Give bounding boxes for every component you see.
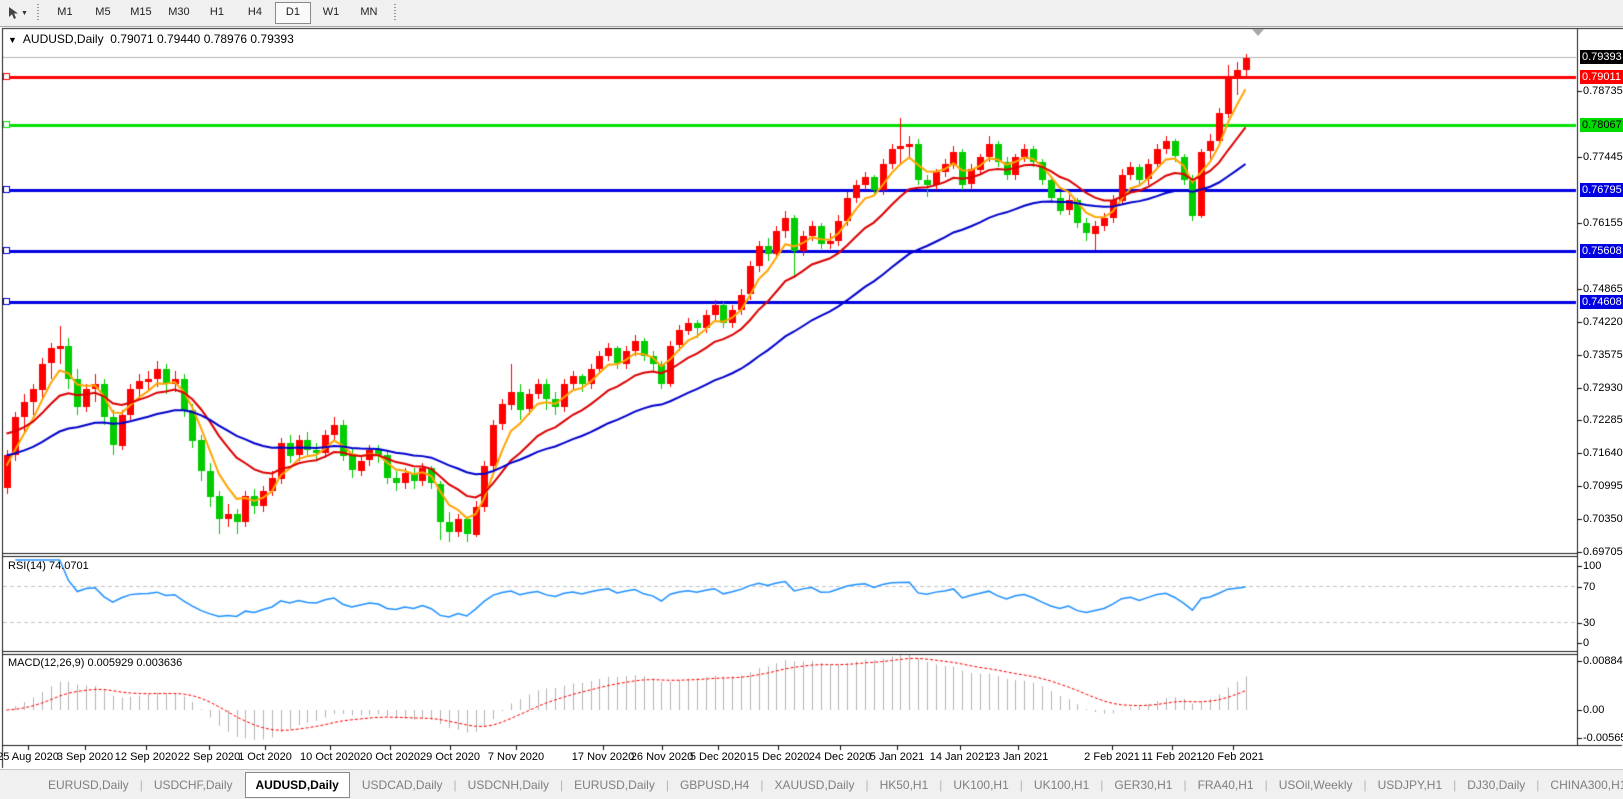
rsi-axis-label: 100 xyxy=(1583,560,1601,572)
date-label: 1 Oct 2020 xyxy=(238,751,292,763)
chart-tab-audusd-daily[interactable]: AUDUSD,Daily xyxy=(245,772,350,798)
price-tick-label: 0.74220 xyxy=(1583,316,1623,328)
chart-tab-uk100-h1[interactable]: UK100,H1 xyxy=(1024,770,1099,799)
price-tick-label: 0.74865 xyxy=(1583,283,1623,295)
date-label: 7 Nov 2020 xyxy=(488,751,544,763)
rsi-indicator-label: RSI(14) 74.0701 xyxy=(8,560,89,572)
price-badge: 0.75608 xyxy=(1580,244,1623,258)
chart-tabs-bar: EURUSD,Daily|USDCHF,DailyAUDUSD,DailyUSD… xyxy=(0,769,1623,799)
chart-tab-dj30-daily[interactable]: DJ30,Daily xyxy=(1457,770,1535,799)
price-tick-label: 0.77445 xyxy=(1583,151,1623,163)
price-tick-label: 0.70995 xyxy=(1583,480,1623,492)
rsi-axis-label: 70 xyxy=(1583,581,1595,593)
date-label: 12 Sep 2020 xyxy=(115,751,177,763)
date-label: 5 Dec 2020 xyxy=(690,751,746,763)
date-label: 26 Nov 2020 xyxy=(631,751,693,763)
price-badge: 0.79393 xyxy=(1580,50,1623,64)
date-label: 10 Oct 2020 xyxy=(300,751,360,763)
macd-axis-label: -0.005651 xyxy=(1583,732,1623,744)
chart-tab-usdjpy-h1[interactable]: USDJPY,H1 xyxy=(1368,770,1452,799)
date-label: 3 Sep 2020 xyxy=(57,751,113,763)
date-label: 11 Feb 2021 xyxy=(1142,751,1203,763)
date-label: 5 Jan 2021 xyxy=(870,751,924,763)
chart-tab-usdcad-daily[interactable]: USDCAD,Daily xyxy=(352,770,453,799)
price-badge: 0.74608 xyxy=(1580,295,1623,309)
chart-tab-gbpusd-h4[interactable]: GBPUSD,H4 xyxy=(670,770,759,799)
price-tick-label: 0.71640 xyxy=(1583,447,1623,459)
date-label: 29 Oct 2020 xyxy=(420,751,480,763)
price-tick-label: 0.69705 xyxy=(1583,546,1623,558)
price-badge: 0.76795 xyxy=(1580,183,1623,197)
date-label: 2 Feb 2021 xyxy=(1084,751,1140,763)
chart-tab-fra40-h1[interactable]: FRA40,H1 xyxy=(1188,770,1264,799)
price-tick-label: 0.72285 xyxy=(1583,414,1623,426)
price-tick-label: 0.73575 xyxy=(1583,349,1623,361)
macd-axis-label: 0.00 xyxy=(1583,704,1604,716)
chart-title: ▼ AUDUSD,Daily 0.79071 0.79440 0.78976 0.… xyxy=(8,32,294,46)
date-label: 15 Dec 2020 xyxy=(747,751,809,763)
date-label: 17 Nov 2020 xyxy=(572,751,634,763)
price-tick-label: 0.76155 xyxy=(1583,217,1623,229)
chart-tab-eurusd-daily[interactable]: EURUSD,Daily xyxy=(564,770,665,799)
macd-axis-label: 0.00884 xyxy=(1583,655,1623,667)
date-label: 20 Feb 2021 xyxy=(1202,751,1264,763)
rsi-axis-label: 30 xyxy=(1583,617,1595,629)
chart-title-text: AUDUSD,Daily 0.79071 0.79440 0.78976 0.7… xyxy=(23,32,294,46)
chart-tab-uk100-h1[interactable]: UK100,H1 xyxy=(943,770,1018,799)
chart-canvas[interactable] xyxy=(0,0,1623,799)
date-label: 14 Jan 2021 xyxy=(930,751,991,763)
chart-tab-ger30-h1[interactable]: GER30,H1 xyxy=(1104,770,1182,799)
date-label: 25 Aug 2020 xyxy=(0,751,59,763)
chart-tab-hk50-h1[interactable]: HK50,H1 xyxy=(870,770,939,799)
date-label: 24 Dec 2020 xyxy=(809,751,871,763)
date-label: 23 Jan 2021 xyxy=(988,751,1049,763)
symbol-menu-triangle-icon[interactable]: ▼ xyxy=(8,35,17,45)
date-label: 22 Sep 2020 xyxy=(178,751,240,763)
price-badge: 0.78067 xyxy=(1580,118,1623,132)
chart-tab-usdchf-daily[interactable]: USDCHF,Daily xyxy=(144,770,243,799)
date-label: 20 Oct 2020 xyxy=(360,751,420,763)
price-tick-label: 0.78735 xyxy=(1583,85,1623,97)
chart-tab-china300-h1[interactable]: CHINA300,H1 xyxy=(1540,770,1623,799)
price-tick-label: 0.70350 xyxy=(1583,513,1623,525)
mt4-chart-window: ▼ M1M5M15M30H1H4D1W1MN ▼AUDUSD,Daily 0.7… xyxy=(0,0,1623,799)
rsi-axis-label: 0 xyxy=(1583,637,1589,649)
chart-shift-marker-icon[interactable] xyxy=(1252,29,1264,36)
macd-indicator-label: MACD(12,26,9) 0.005929 0.003636 xyxy=(8,657,182,669)
chart-tab-xauusd-daily[interactable]: XAUUSD,Daily xyxy=(764,770,864,799)
price-badge: 0.79011 xyxy=(1580,70,1623,84)
price-tick-label: 0.72930 xyxy=(1583,382,1623,394)
chart-tab-usdcnh-daily[interactable]: USDCNH,Daily xyxy=(458,770,559,799)
chart-tab-usoil-weekly[interactable]: USOil,Weekly xyxy=(1269,770,1363,799)
chart-tab-eurusd-daily[interactable]: EURUSD,Daily xyxy=(38,770,139,799)
